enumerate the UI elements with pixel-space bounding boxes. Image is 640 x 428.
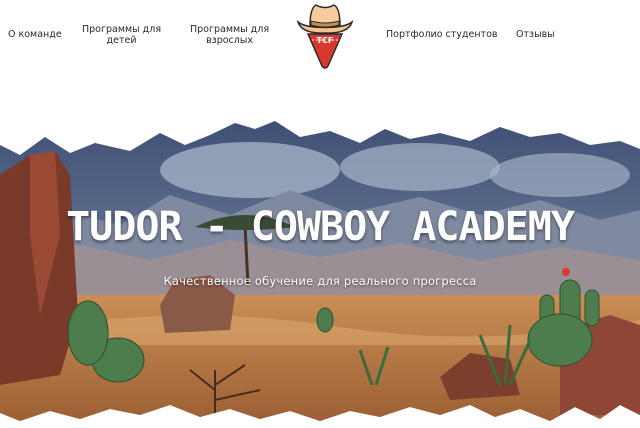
desert-landscape-illustration bbox=[0, 121, 640, 421]
nav-link-about-team[interactable]: О команде bbox=[8, 29, 62, 40]
top-navigation: О команде Программы для детей Программы … bbox=[0, 0, 640, 80]
nav-link-programs-adults[interactable]: Программы для взрослых bbox=[190, 24, 269, 46]
nav-link-label-line2: детей bbox=[106, 35, 137, 46]
nav-link-label-line2: взрослых bbox=[206, 35, 253, 46]
nav-link-programs-kids[interactable]: Программы для детей bbox=[82, 24, 161, 46]
nav-link-label-line1: Программы для bbox=[190, 24, 270, 35]
cowboy-hat-bandana-logo-icon: TCF bbox=[296, 4, 354, 69]
hero-title: TUDOR - COWBOY ACADEMY bbox=[66, 204, 575, 250]
nav-link-reviews[interactable]: Отзывы bbox=[516, 29, 555, 40]
site-logo[interactable]: TCF bbox=[292, 0, 358, 70]
hero-banner: TUDOR - COWBOY ACADEMY Качественное обуч… bbox=[0, 115, 640, 428]
nav-link-label-line1: Программы для bbox=[82, 24, 162, 35]
svg-text:TCF: TCF bbox=[317, 36, 334, 45]
nav-link-student-portfolio[interactable]: Портфолио студентов bbox=[386, 29, 497, 40]
hero-subtitle: Качественное обучение для реального прог… bbox=[163, 274, 477, 288]
